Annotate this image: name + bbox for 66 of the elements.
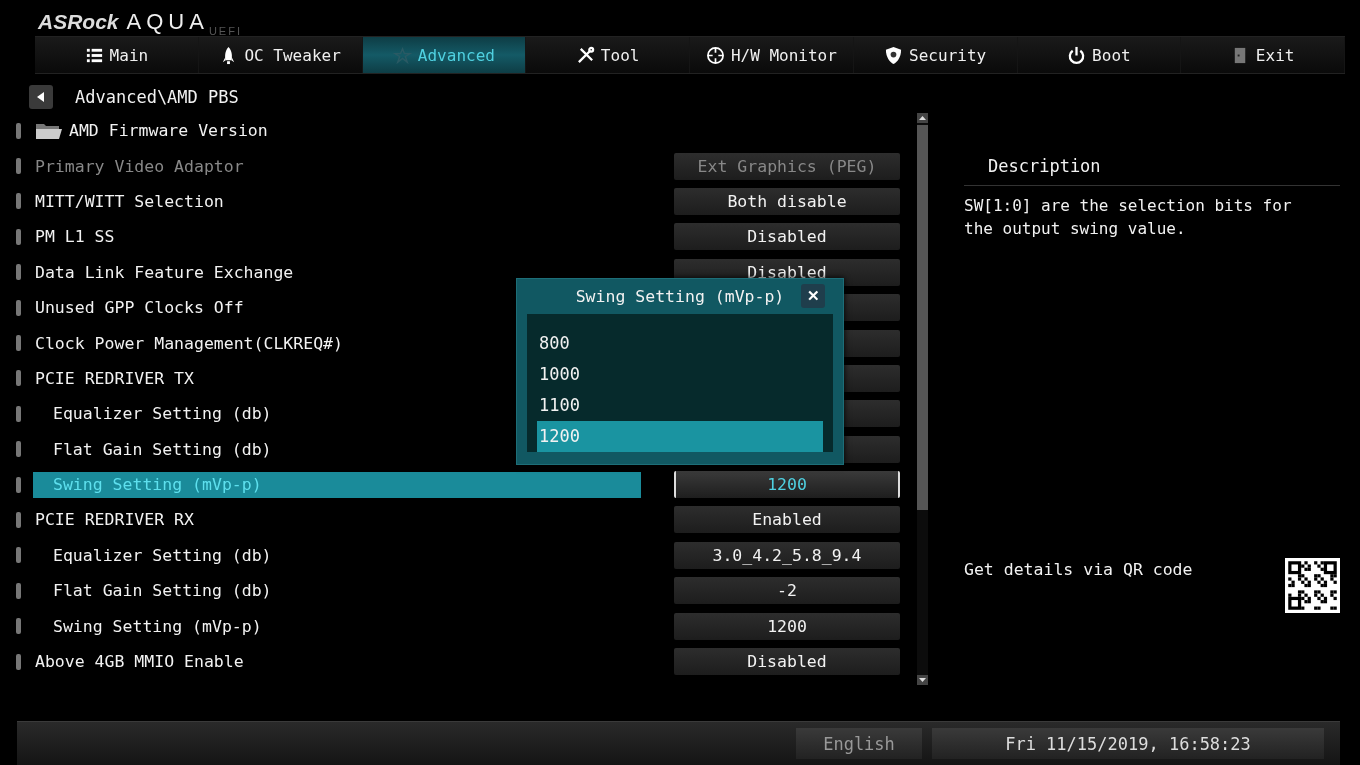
menu-tab[interactable]: Advanced — [362, 37, 527, 73]
menu-tab[interactable]: Main — [35, 37, 199, 73]
setting-value[interactable]: 3.0_4.2_5.8_9.4 — [674, 541, 900, 569]
qr-code-icon — [1285, 558, 1340, 613]
setting-item[interactable]: Flat Gain Setting (db) — [33, 577, 641, 604]
setting-value[interactable]: -2 — [674, 577, 900, 605]
row-marker — [16, 158, 21, 175]
setting-value[interactable]: Enabled — [674, 506, 900, 534]
menu-tab[interactable]: H/W Monitor — [690, 37, 854, 73]
product-subtitle: UEFI — [208, 24, 242, 38]
row-marker — [16, 547, 21, 564]
row-marker — [16, 618, 21, 635]
row-marker — [16, 512, 21, 528]
row-marker — [16, 264, 21, 281]
power-icon — [1067, 45, 1087, 65]
language-button[interactable]: English — [796, 728, 922, 759]
breadcrumb-path: Advanced\AMD PBS — [75, 87, 239, 107]
setting-value[interactable]: Disabled — [674, 648, 900, 676]
row-marker — [16, 582, 21, 599]
setting-item[interactable]: PM L1 SS — [33, 223, 641, 250]
option-item[interactable]: 1000 — [537, 359, 823, 390]
menu-tab[interactable]: Boot — [1017, 37, 1182, 73]
setting-item[interactable]: Swing Setting (mVp-p) — [33, 613, 641, 640]
brand-logo: ASRock — [38, 9, 119, 35]
description-text: SW[1:0] are the selection bits for the output swing value. — [964, 195, 1293, 240]
menu-tab[interactable]: OC Tweaker — [198, 37, 363, 73]
shield-icon — [884, 45, 904, 65]
date-time: Fri 11/15/2019, 16:58:23 — [932, 728, 1324, 759]
row-marker — [16, 228, 21, 245]
close-button[interactable]: ✕ — [801, 284, 825, 308]
setting-value[interactable]: 1200 — [674, 612, 900, 640]
option-item[interactable]: 800 — [537, 328, 823, 359]
row-marker — [16, 441, 21, 458]
setting-item[interactable]: AMD Firmware Version — [33, 117, 641, 144]
row-marker — [16, 405, 21, 422]
scroll-down-icon[interactable] — [917, 675, 928, 685]
setting-item[interactable]: Equalizer Setting (db) — [33, 542, 641, 569]
setting-value[interactable]: Both disable — [674, 187, 900, 215]
menu-tab[interactable]: Exit — [1181, 37, 1345, 73]
row-marker — [16, 476, 21, 493]
setting-item[interactable]: Above 4GB MMIO Enable — [33, 648, 641, 675]
menu-tab[interactable]: Security — [853, 37, 1018, 73]
setting-item[interactable]: PCIE REDRIVER RX — [33, 507, 641, 533]
tools-icon — [575, 45, 595, 65]
menu-tab[interactable]: Tool — [526, 37, 690, 73]
row-marker — [16, 299, 21, 316]
setting-item[interactable]: Data Link Feature Exchange — [33, 259, 641, 286]
option-item[interactable]: 1100 — [537, 390, 823, 421]
qr-hint: Get details via QR code — [964, 560, 1193, 579]
popup-title: Swing Setting (mVp-p) — [575, 287, 785, 306]
setting-value[interactable]: Disabled — [674, 223, 900, 251]
setting-item[interactable]: MITT/WITT Selection — [33, 188, 641, 215]
product-name: AQUA — [126, 8, 209, 36]
row-marker — [16, 653, 21, 670]
row-marker — [16, 335, 21, 352]
row-marker — [16, 122, 21, 139]
scroll-bar[interactable] — [917, 113, 928, 685]
row-marker — [16, 370, 21, 387]
setting-value[interactable]: 1200 — [674, 471, 900, 499]
scroll-up-icon[interactable] — [917, 113, 928, 123]
back-button[interactable] — [29, 85, 53, 109]
star-icon — [392, 45, 412, 65]
back-arrow-icon — [36, 91, 46, 103]
row-marker — [16, 193, 21, 210]
description-title: Description — [964, 156, 1340, 186]
crosshair-icon — [705, 45, 725, 65]
